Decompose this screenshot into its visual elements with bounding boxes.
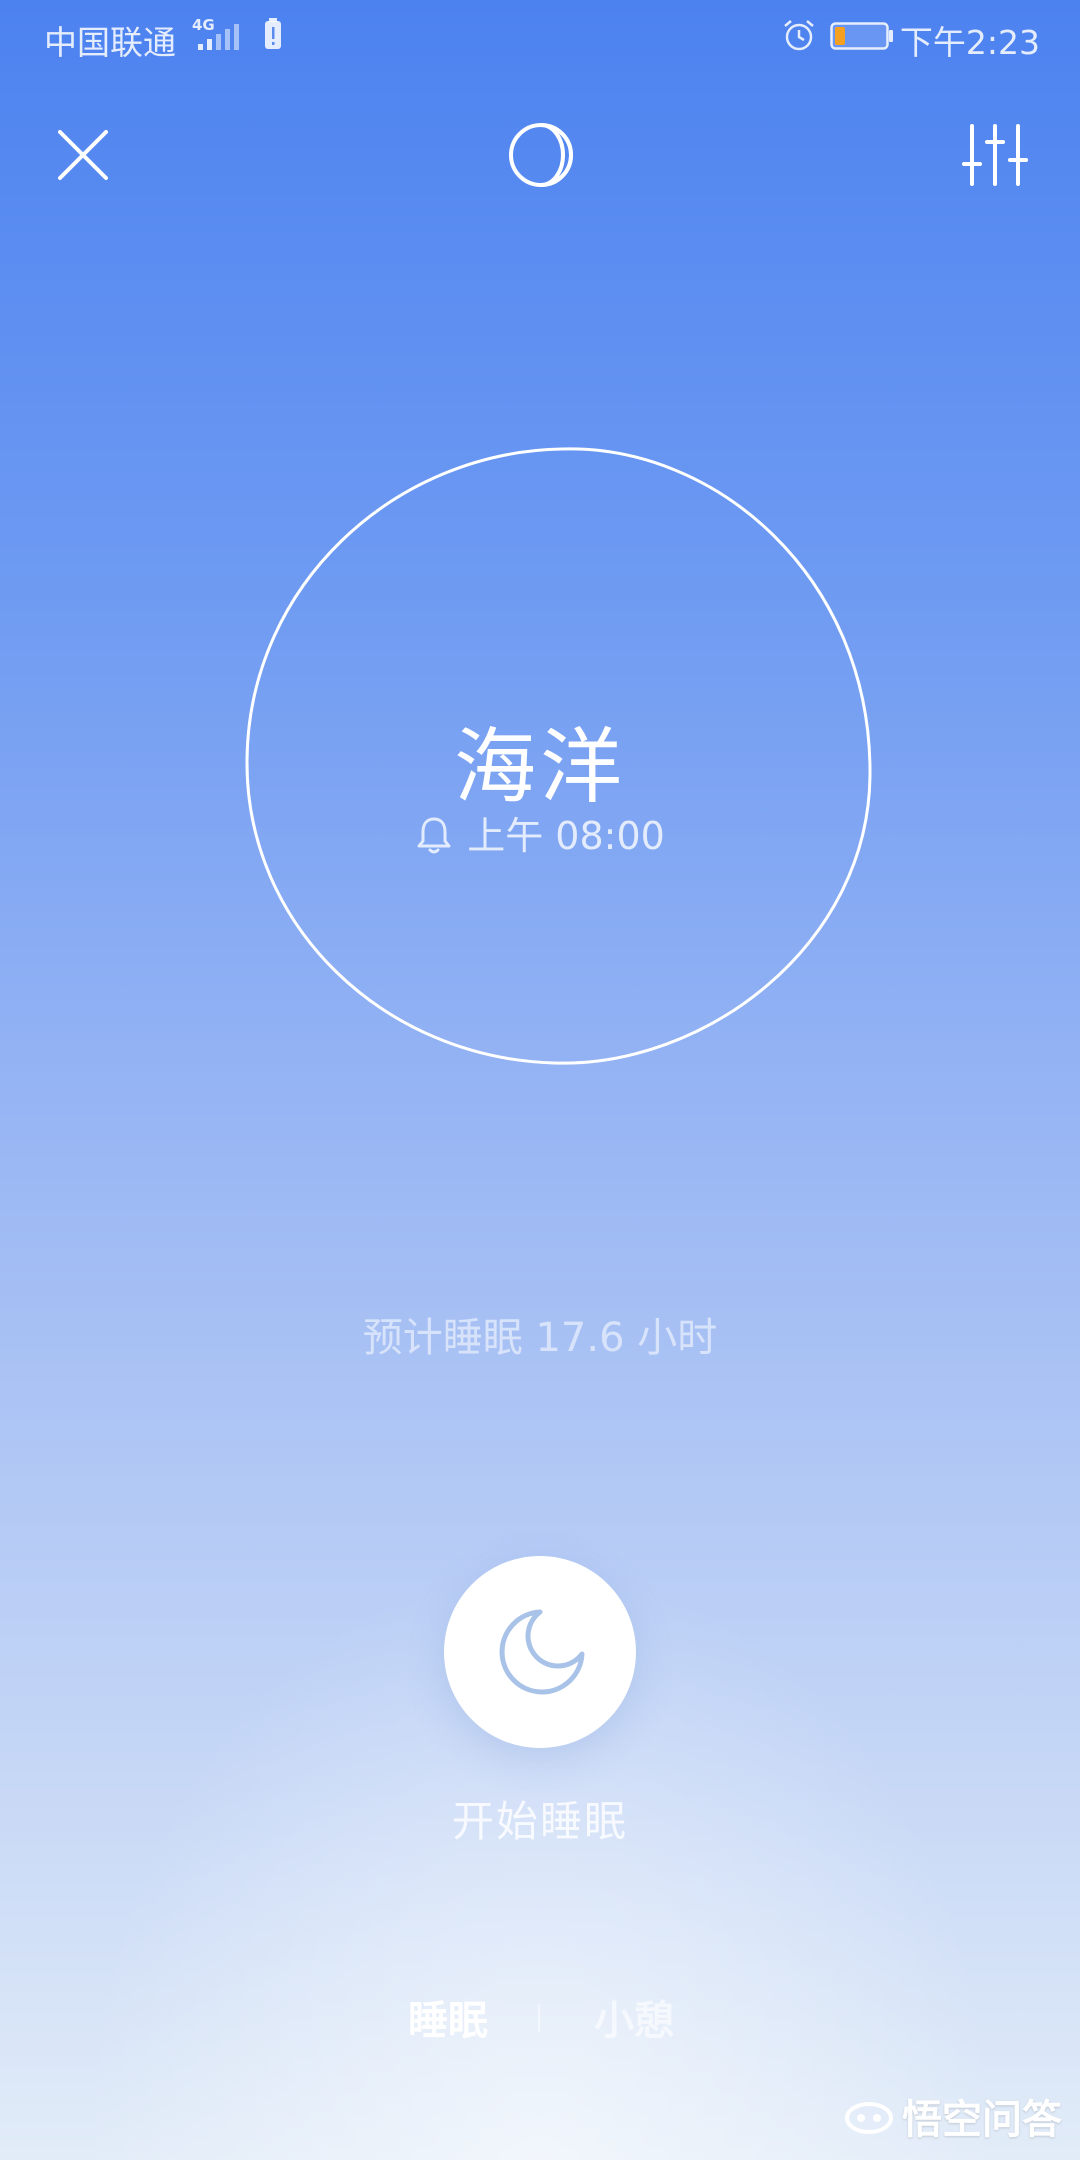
watermark: 悟空问答 [844, 2086, 1062, 2146]
moon-phase-icon [509, 123, 573, 187]
alarm-time-row[interactable]: 上午 08:00 [0, 805, 1080, 860]
crescent-moon-icon [499, 1609, 585, 1695]
alarm-clock-icon [784, 20, 814, 51]
start-sleep-button[interactable] [444, 1556, 636, 1748]
battery-icon [830, 22, 893, 50]
tab-divider [538, 2004, 540, 2032]
sound-title: 海洋 [453, 720, 626, 815]
alarm-time: 上午 08:00 [467, 814, 665, 858]
carrier-name: 中国联通 [44, 23, 176, 62]
tab-nap[interactable]: 小憩 [594, 1988, 674, 2046]
start-sleep-label: 开始睡眠 [451, 1797, 628, 1846]
sim-warning-icon [265, 18, 281, 49]
wukong-logo-icon [845, 2102, 893, 2134]
status-time: 下午2:23 [899, 23, 1040, 62]
theme-button[interactable] [506, 120, 576, 190]
bell-icon [417, 817, 451, 854]
close-button[interactable] [48, 120, 118, 190]
signal-icon [198, 24, 239, 50]
sleep-estimate: 预计睡眠 17.6 小时 [362, 1315, 718, 1361]
close-icon [58, 130, 108, 180]
tab-sleep[interactable]: 睡眠 [408, 1988, 488, 2046]
sound-settings-button[interactable] [960, 120, 1030, 190]
sliders-icon [962, 124, 1028, 186]
status-bar: 中国联通 4G 下午2:23 [0, 0, 1080, 72]
watermark-text: 悟空问答 [902, 2097, 1062, 2143]
